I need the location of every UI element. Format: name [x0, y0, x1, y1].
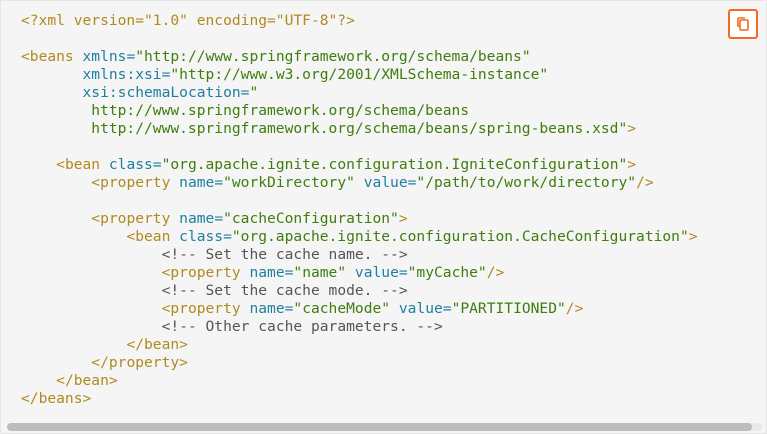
code-line: xsi:schemaLocation="	[21, 84, 698, 102]
code-token: http://www.springframework.org/schema/be…	[21, 120, 628, 137]
code-token: http://www.springframework.org/schema/be…	[21, 102, 470, 119]
code-token: </property>	[91, 354, 188, 371]
code-line: <!-- Set the cache name. -->	[21, 246, 698, 264]
code-token: value=	[363, 174, 417, 191]
code-token: xmlns:xsi=	[82, 66, 171, 83]
code-text[interactable]: <?xml version="1.0" encoding="UTF-8"?> <b…	[21, 12, 698, 408]
code-line: </bean>	[21, 372, 698, 390]
code-line: http://www.springframework.org/schema/be…	[21, 120, 698, 138]
code-token: "myCache"	[407, 264, 487, 281]
code-token: <property	[91, 174, 180, 191]
horizontal-scrollbar[interactable]	[7, 423, 762, 431]
code-line: <beans xmlns="http://www.springframework…	[21, 48, 698, 66]
code-token: xmlns=	[82, 48, 136, 65]
code-token: "name"	[293, 264, 355, 281]
code-token: />	[486, 264, 505, 281]
code-line: </beans>	[21, 390, 698, 408]
code-line: <property name="cacheMode" value="PARTIT…	[21, 300, 698, 318]
code-token: >	[627, 156, 637, 173]
code-line: <!-- Other cache parameters. -->	[21, 318, 698, 336]
code-token: "/path/to/work/directory"	[416, 174, 637, 191]
code-token: <!-- Other cache parameters. -->	[161, 318, 443, 335]
code-token: "http://www.w3.org/2001/XMLSchema-instan…	[170, 66, 549, 83]
scrollbar-thumb[interactable]	[7, 423, 752, 431]
code-line: <bean class="org.apache.ignite.configura…	[21, 228, 698, 246]
code-line: <property name="name" value="myCache"/>	[21, 264, 698, 282]
code-token: "cacheMode"	[293, 300, 399, 317]
code-token: class=	[108, 156, 162, 173]
code-token: />	[636, 174, 654, 191]
code-token: value=	[398, 300, 452, 317]
code-line: xmlns:xsi="http://www.w3.org/2001/XMLSch…	[21, 66, 698, 84]
code-token: name=	[179, 174, 224, 191]
code-line: <bean class="org.apache.ignite.configura…	[21, 156, 698, 174]
code-token: "http://www.springframework.org/schema/b…	[135, 48, 531, 65]
code-token: <property	[161, 264, 250, 281]
code-line: http://www.springframework.org/schema/be…	[21, 102, 698, 120]
code-token: "org.apache.ignite.configuration.IgniteC…	[161, 156, 628, 173]
code-token: "	[249, 84, 259, 101]
code-token: <beans	[21, 48, 83, 65]
code-token: "PARTITIONED"	[451, 300, 566, 317]
code-line: <?xml version="1.0" encoding="UTF-8"?>	[21, 12, 698, 30]
code-token: <bean	[56, 156, 109, 173]
code-token: name=	[249, 264, 294, 281]
code-token: <!-- Set the cache mode. -->	[161, 282, 408, 299]
code-line: </bean>	[21, 336, 698, 354]
code-token: </beans>	[21, 390, 92, 407]
code-token: class=	[179, 228, 232, 245]
code-token: </bean>	[56, 372, 118, 389]
code-token: "org.apache.ignite.configuration.CacheCo…	[231, 228, 689, 245]
code-token: <bean	[126, 228, 180, 245]
code-token: </bean>	[126, 336, 188, 353]
code-token: "cacheConfiguration"	[223, 210, 399, 227]
copy-button[interactable]	[728, 9, 758, 39]
code-token: <property	[161, 300, 250, 317]
code-token: name=	[179, 210, 224, 227]
code-line: <!-- Set the cache mode. -->	[21, 282, 698, 300]
code-token: />	[565, 300, 584, 317]
code-line: </property>	[21, 354, 698, 372]
code-block: <?xml version="1.0" encoding="UTF-8"?> <b…	[0, 0, 767, 434]
code-token: "workDirectory"	[223, 174, 364, 191]
code-token: <property	[91, 210, 180, 227]
copy-icon	[737, 17, 749, 31]
code-line: <property name="workDirectory" value="/p…	[21, 174, 698, 192]
code-line: <property name="cacheConfiguration">	[21, 210, 698, 228]
code-token: <?xml version="1.0" encoding="UTF-8"?>	[21, 12, 355, 29]
code-token: name=	[249, 300, 294, 317]
code-token: <!-- Set the cache name. -->	[161, 246, 408, 263]
code-token: >	[627, 120, 637, 137]
code-token: >	[398, 210, 408, 227]
code-token: >	[688, 228, 698, 245]
code-token: value=	[354, 264, 408, 281]
code-token: xsi:schemaLocation=	[82, 84, 250, 101]
